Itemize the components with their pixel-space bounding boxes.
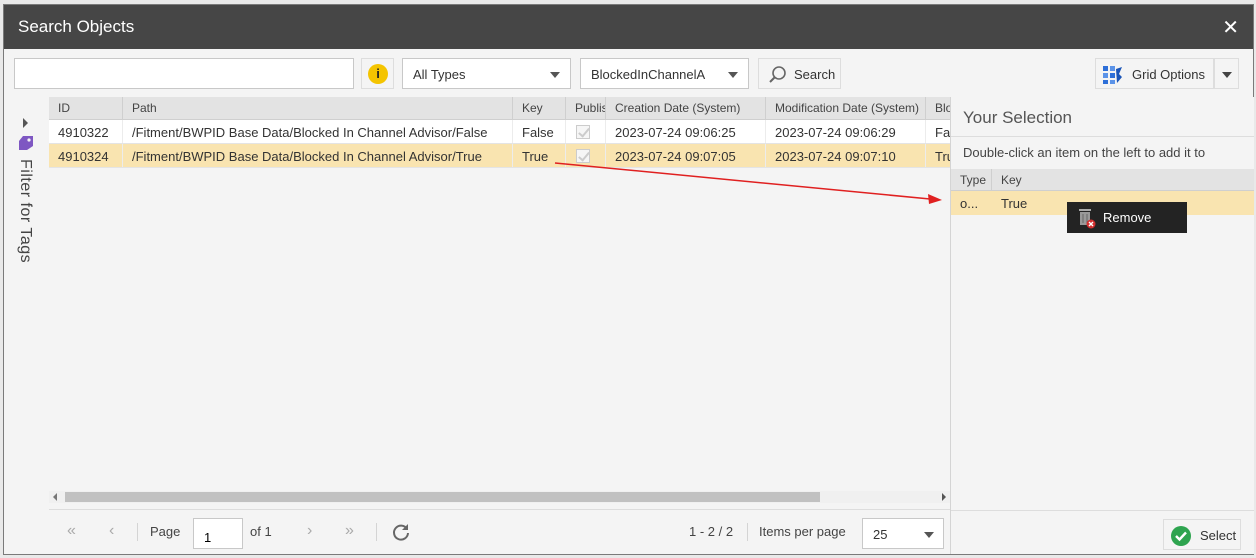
grid-options-icon — [1103, 66, 1122, 84]
cell-published — [566, 144, 606, 167]
type-filter-select[interactable]: All Types — [402, 58, 571, 89]
chevron-down-icon — [728, 72, 738, 78]
cell-type: o... — [960, 196, 979, 211]
cell-id: 4910324 — [49, 144, 123, 167]
tag-icon — [19, 136, 33, 150]
selection-grid-header: Type Key — [951, 169, 1254, 191]
select-button-label: Select — [1200, 528, 1237, 543]
pager-divider — [137, 523, 138, 541]
toolbar: i All Types BlockedInChannelA Search Gri — [4, 49, 1253, 97]
table-row[interactable]: 4910324 /Fitment/BWPID Base Data/Blocked… — [49, 144, 950, 168]
selection-footer: Select — [951, 510, 1254, 554]
column-header-key[interactable]: Key — [513, 97, 566, 119]
chevron-down-icon — [550, 72, 560, 78]
items-per-page-label: Items per page — [759, 524, 846, 539]
close-icon[interactable]: ✕ — [1222, 15, 1239, 40]
grid-header: ID Path Key Publis Creation Date (System… — [49, 97, 950, 120]
column-header-blocked[interactable]: Blo — [926, 97, 950, 119]
class-filter-value: BlockedInChannelA — [591, 67, 706, 82]
items-per-page-select[interactable]: 25 — [862, 518, 944, 549]
pagination-bar: « ‹ Page of 1 › » 1 - 2 / 2 Items per pa… — [49, 509, 950, 553]
cell-published — [566, 120, 606, 143]
cell-id: 4910322 — [49, 120, 123, 143]
cell-blocked: Fa — [935, 125, 950, 140]
table-row[interactable]: 4910322 /Fitment/BWPID Base Data/Blocked… — [49, 120, 950, 144]
chevron-down-icon — [1222, 72, 1232, 78]
column-header-id[interactable]: ID — [49, 97, 123, 119]
select-button[interactable]: Select — [1163, 519, 1241, 550]
info-button[interactable]: i — [361, 58, 394, 89]
column-header-key[interactable]: Key — [992, 169, 1255, 190]
search-button-label: Search — [794, 67, 836, 82]
pager-divider — [747, 523, 748, 541]
scroll-right-icon[interactable] — [942, 493, 946, 501]
previous-page-icon[interactable]: ‹ — [109, 522, 114, 540]
remove-label: Remove — [1103, 210, 1152, 225]
page-count-label: of 1 — [250, 524, 272, 539]
search-input[interactable] — [14, 58, 354, 89]
scrollbar-thumb[interactable] — [65, 492, 820, 502]
last-page-icon[interactable]: » — [345, 522, 354, 540]
search-objects-dialog: Search Objects ✕ i All Types BlockedInCh… — [3, 4, 1254, 555]
results-grid: ID Path Key Publis Creation Date (System… — [49, 97, 950, 507]
page-number-input[interactable] — [193, 518, 243, 549]
dialog-title: Search Objects — [18, 17, 135, 36]
refresh-icon[interactable] — [391, 522, 411, 542]
grid-options-dropdown[interactable] — [1214, 58, 1239, 89]
column-header-modification-date[interactable]: Modification Date (System) — [766, 97, 926, 119]
selection-title: Your Selection — [963, 108, 1073, 127]
scroll-left-icon[interactable] — [53, 493, 57, 501]
chevron-down-icon — [924, 532, 934, 538]
cell-path: /Fitment/BWPID Base Data/Blocked In Chan… — [123, 144, 513, 167]
expand-panel-icon[interactable] — [23, 118, 28, 128]
first-page-icon[interactable]: « — [67, 522, 76, 540]
filter-for-tags-label: Filter for Tags — [17, 159, 34, 264]
column-header-type[interactable]: Type — [951, 169, 992, 190]
pager-divider — [376, 523, 377, 541]
items-per-page-value: 25 — [873, 527, 888, 542]
class-filter-select[interactable]: BlockedInChannelA — [580, 58, 749, 89]
info-icon: i — [368, 64, 388, 84]
cell-path: /Fitment/BWPID Base Data/Blocked In Chan… — [123, 120, 513, 143]
divider — [951, 136, 1254, 137]
checkmark-icon — [1171, 526, 1191, 546]
type-filter-value: All Types — [413, 67, 466, 82]
cell-blocked: Tru — [935, 149, 950, 164]
cell-creation-date: 2023-07-24 09:06:25 — [606, 120, 766, 143]
grid-options-label: Grid Options — [1132, 67, 1205, 82]
next-page-icon[interactable]: › — [307, 522, 312, 540]
horizontal-scrollbar[interactable] — [49, 491, 950, 503]
search-icon — [769, 66, 786, 83]
range-label: 1 - 2 / 2 — [689, 524, 734, 539]
dialog-titlebar: Search Objects ✕ — [4, 5, 1253, 49]
selection-panel: Your Selection Double-click an item on t… — [950, 97, 1254, 554]
tag-filter-panel[interactable]: Filter for Tags — [4, 97, 48, 507]
grid-options-button[interactable]: Grid Options — [1095, 58, 1214, 89]
search-button[interactable]: Search — [758, 58, 841, 89]
checkbox-icon — [576, 125, 590, 139]
context-menu-remove[interactable]: Remove — [1067, 202, 1187, 233]
trash-icon — [1079, 209, 1096, 229]
cell-creation-date: 2023-07-24 09:07:05 — [606, 144, 766, 167]
column-header-published[interactable]: Publis — [566, 97, 606, 119]
cell-key: True — [513, 144, 566, 167]
column-header-path[interactable]: Path — [123, 97, 513, 119]
cell-modification-date: 2023-07-24 09:07:10 — [766, 144, 926, 167]
cell-key: False — [513, 120, 566, 143]
selection-hint: Double-click an item on the left to add … — [963, 145, 1206, 160]
cell-modification-date: 2023-07-24 09:06:29 — [766, 120, 926, 143]
checkbox-icon — [576, 149, 590, 163]
page-label: Page — [150, 524, 181, 539]
column-header-creation-date[interactable]: Creation Date (System) — [606, 97, 766, 119]
